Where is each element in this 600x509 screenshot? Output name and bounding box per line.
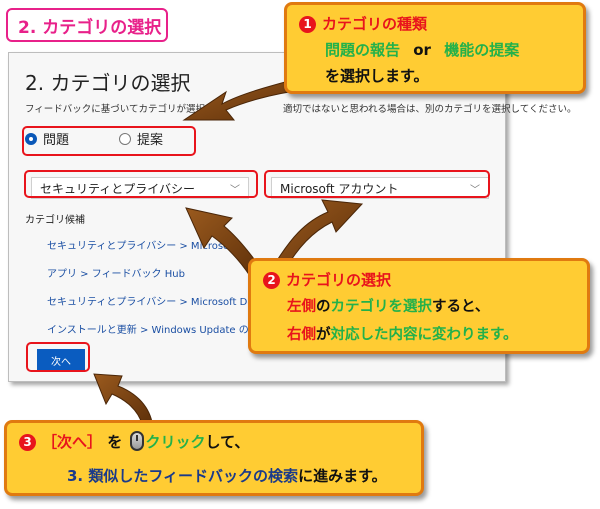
callout2-left: 左側 bbox=[287, 299, 316, 315]
callout2-changes: 対応した内容に変わります。 bbox=[330, 327, 518, 343]
callout-category-selection: 2 カテゴリの選択 左側のカテゴリを選択すると、 右側が対応した内容に変わります。 bbox=[248, 258, 590, 354]
callout-next-step: 3 ［次へ］ を クリックして、 3. 類似したフィードバックの検索に進みます。 bbox=[4, 420, 424, 496]
callout3-click: クリック bbox=[145, 433, 206, 451]
callout1-option-problem: 問題の報告 bbox=[325, 41, 401, 59]
callout3-shite: して、 bbox=[205, 433, 250, 451]
callout2-heading: カテゴリの選択 bbox=[286, 271, 392, 289]
arrow-to-next-button bbox=[93, 373, 153, 425]
step-number-1: 1 bbox=[299, 16, 316, 33]
callout2-then: すると、 bbox=[432, 299, 490, 315]
callout3-proceed: に進みます。 bbox=[298, 467, 387, 485]
callout3-next-section: 3. 類似したフィードバックの検索 bbox=[67, 467, 299, 485]
callout1-option-suggestion: 機能の提案 bbox=[444, 41, 520, 59]
callout2-no: の bbox=[316, 299, 331, 315]
callout1-heading: カテゴリの種類 bbox=[322, 15, 428, 33]
step-number-3: 3 bbox=[19, 434, 36, 451]
callout-category-type: 1 カテゴリの種類 問題の報告 or 機能の提案 を選択します。 bbox=[284, 2, 586, 94]
mouse-icon bbox=[129, 431, 144, 451]
callout2-ga: が bbox=[316, 327, 331, 343]
callout3-wo: を bbox=[107, 433, 123, 451]
callout2-select-category: カテゴリを選択 bbox=[330, 299, 433, 315]
callout1-line3: を選択します。 bbox=[325, 67, 429, 85]
callout3-next: ［次へ］ bbox=[42, 433, 103, 451]
callout1-or: or bbox=[413, 41, 431, 59]
step-number-2: 2 bbox=[263, 272, 280, 289]
callout2-right: 右側 bbox=[287, 327, 316, 343]
